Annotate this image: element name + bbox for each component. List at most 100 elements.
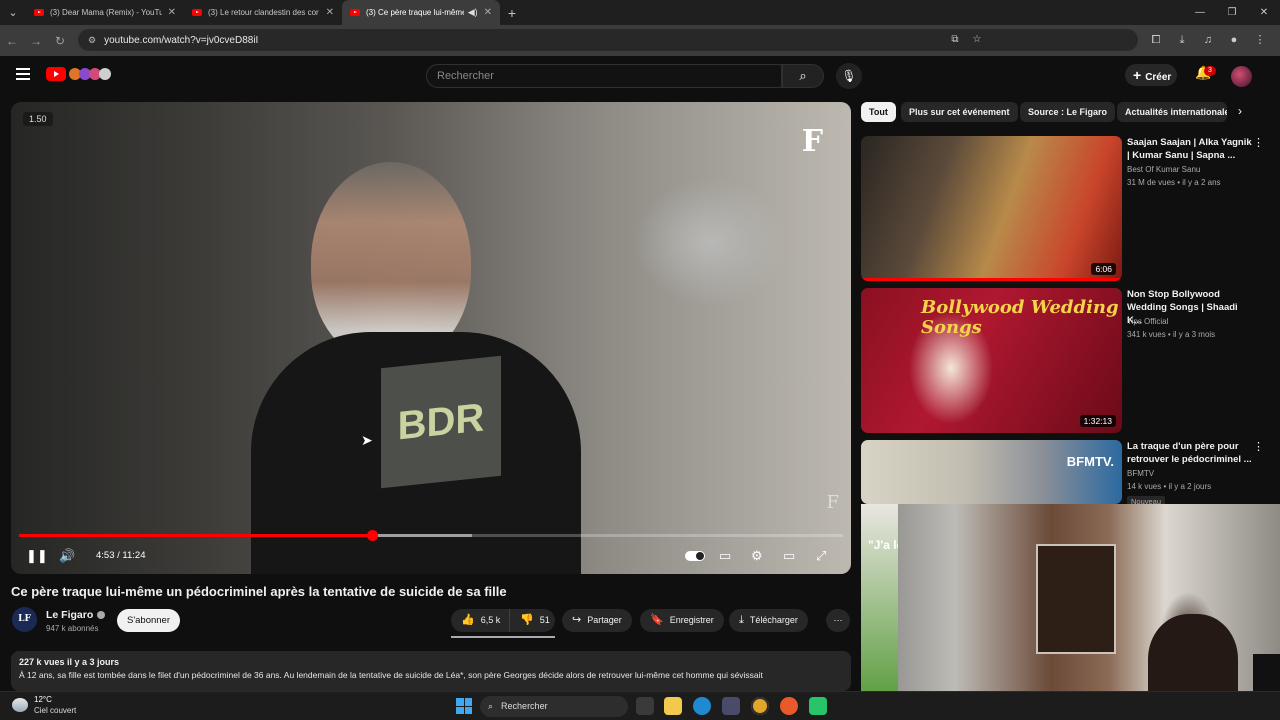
windows-start-icon[interactable]: [456, 698, 472, 714]
share-label: Partager: [587, 615, 622, 625]
tab-close-icon[interactable]: ✕: [484, 7, 492, 18]
video-player[interactable]: BDR 1.50 F F ➤ ❚❚ 🔊 4:53 / 11:24 ▭ ⚙ ▭ ⤢: [11, 102, 851, 574]
recommendation-thumbnail[interactable]: BFMTV.: [861, 440, 1122, 504]
more-actions-icon[interactable]: ⋯: [826, 609, 850, 632]
weather-cloud-icon[interactable]: [12, 698, 28, 712]
player-controls: ❚❚ 🔊 4:53 / 11:24 ▭ ⚙ ▭ ⤢: [11, 542, 851, 574]
tab-title: (3) Dear Mama (Remix) - YouTube: [50, 8, 162, 17]
voice-search-icon[interactable]: 🎙: [836, 63, 862, 89]
mouse-cursor-icon: ➤: [361, 432, 373, 448]
tab-close-icon[interactable]: ✕: [168, 7, 176, 18]
tab-close-icon[interactable]: ✕: [326, 7, 334, 18]
recommendation-channel[interactable]: Best Of Kumar Sanu: [1127, 165, 1200, 174]
audio-playing-icon[interactable]: ◀): [468, 7, 478, 18]
description-box[interactable]: 227 k vues il y a 3 jours À 12 ans, sa f…: [11, 651, 851, 691]
theater-mode-icon[interactable]: ▭: [783, 548, 795, 564]
create-label: Créer: [1145, 72, 1172, 83]
recommendation-item[interactable]: Bollywood Wedding Songs 1:32:13 Non Stop…: [861, 288, 1271, 433]
channel-name[interactable]: Le Figaro: [46, 609, 106, 621]
youtube-logo[interactable]: [46, 67, 111, 81]
more-options-icon[interactable]: ⋮: [1253, 440, 1264, 453]
fullscreen-icon[interactable]: ⤢: [816, 548, 826, 564]
new-tab-button[interactable]: +: [500, 5, 524, 21]
webcam-microphone: [1253, 654, 1280, 694]
save-button[interactable]: 🔖 Enregistrer: [640, 609, 724, 632]
tab-search-button[interactable]: ⌄: [0, 0, 26, 25]
recommendation-thumbnail[interactable]: Bollywood Wedding Songs 1:32:13: [861, 288, 1122, 433]
task-view-icon[interactable]: [636, 697, 654, 715]
file-explorer-icon[interactable]: [664, 697, 682, 715]
minimize-icon[interactable]: —: [1184, 0, 1216, 25]
recommendation-item[interactable]: 6:06 Saajan Saajan | Alka Yagnik | Kumar…: [861, 136, 1271, 281]
reload-icon[interactable]: ↻: [48, 34, 72, 48]
chip-all[interactable]: Tout: [861, 102, 896, 122]
recommendation-channel[interactable]: Tips Official: [1127, 317, 1168, 326]
recommendation-thumbnail[interactable]: 6:06: [861, 136, 1122, 281]
bookmark-star-icon[interactable]: ☆: [966, 29, 988, 51]
media-control-icon[interactable]: ♫: [1196, 30, 1220, 50]
extensions-icon[interactable]: ⧠: [1144, 30, 1168, 50]
recommendation-title[interactable]: Saajan Saajan | Alka Yagnik | Kumar Sanu…: [1127, 136, 1253, 162]
share-button[interactable]: ↪ Partager: [562, 609, 632, 632]
doodle-icon: [99, 68, 111, 80]
edge-icon[interactable]: [693, 697, 711, 715]
subscribe-button[interactable]: S'abonner: [117, 609, 180, 632]
search-input[interactable]: Rechercher: [426, 64, 782, 88]
browser-tab-strip: ⌄ (3) Dear Mama (Remix) - YouTube ✕ (3) …: [0, 0, 1280, 25]
duration-badge: 1:32:13: [1079, 415, 1116, 427]
chevron-right-icon[interactable]: ›: [1238, 104, 1242, 118]
address-bar[interactable]: ⚙ youtube.com/watch?v=jv0cveD88iI ⧉ ☆: [78, 29, 1138, 51]
chip-source[interactable]: Source : Le Figaro: [1020, 102, 1116, 122]
account-avatar[interactable]: [1231, 66, 1252, 87]
weather-description[interactable]: Ciel couvert: [34, 706, 76, 715]
autoplay-toggle[interactable]: [685, 551, 705, 561]
subtitles-icon[interactable]: ▭: [719, 548, 731, 564]
weather-temperature[interactable]: 12°C: [34, 695, 52, 704]
create-button[interactable]: + Créer: [1125, 64, 1177, 86]
downloads-icon[interactable]: ⤓: [1170, 30, 1194, 50]
download-button[interactable]: ⤓ Télécharger: [729, 609, 808, 632]
profile-icon[interactable]: ●: [1222, 30, 1246, 50]
browser-menu-icon[interactable]: ⋮: [1248, 30, 1272, 50]
youtube-favicon-icon: [350, 9, 360, 16]
site-info-icon[interactable]: ⚙: [88, 35, 96, 46]
save-label: Enregistrer: [669, 615, 714, 625]
browser-tab[interactable]: (3) Dear Mama (Remix) - YouTube ✕: [26, 0, 184, 25]
browser-toolbar: ← → ↻ ⚙ youtube.com/watch?v=jv0cveD88iI …: [0, 25, 1280, 56]
subscriber-count: 947 k abonnés: [46, 624, 99, 633]
dislike-button[interactable]: 👎 51: [509, 609, 555, 632]
pause-icon[interactable]: ❚❚: [26, 548, 48, 564]
window-controls: — ❐ ✕: [1184, 0, 1280, 25]
channel-watermark-icon[interactable]: F: [827, 492, 840, 513]
chip-event[interactable]: Plus sur cet événement: [901, 102, 1018, 122]
more-options-icon[interactable]: ⋮: [1253, 136, 1264, 149]
thumbnail-title-text: Bollywood Wedding Songs: [921, 297, 1119, 338]
app-icon[interactable]: [809, 697, 827, 715]
menu-hamburger-icon[interactable]: [16, 68, 30, 83]
webcam-person: [1148, 614, 1238, 694]
install-app-icon[interactable]: ⧉: [944, 29, 966, 51]
store-icon[interactable]: [722, 697, 740, 715]
chrome-icon[interactable]: [751, 697, 769, 715]
download-icon: ⤓: [739, 614, 744, 626]
recommendation-title[interactable]: La traque d'un père pour retrouver le pé…: [1127, 440, 1253, 466]
back-icon[interactable]: ←: [0, 34, 24, 48]
firefox-icon[interactable]: [780, 697, 798, 715]
like-count: 6,5 k: [480, 615, 501, 625]
volume-icon[interactable]: 🔊: [59, 548, 75, 564]
taskbar-search[interactable]: ⌕ Rechercher: [480, 696, 628, 717]
search-button[interactable]: ⌕: [782, 64, 824, 88]
covered-thumbnail[interactable]: [861, 504, 898, 694]
settings-gear-icon[interactable]: ⚙: [751, 548, 763, 564]
like-button[interactable]: 👍 6,5 k: [451, 609, 509, 632]
close-window-icon[interactable]: ✕: [1248, 0, 1280, 25]
browser-tab[interactable]: (3) Le retour clandestin des cor ✕: [184, 0, 342, 25]
forward-icon[interactable]: →: [24, 34, 48, 48]
progress-scrubber-handle[interactable]: [366, 530, 378, 541]
browser-tab-active[interactable]: (3) Ce père traque lui-même ◀) ✕: [342, 0, 500, 25]
channel-avatar[interactable]: LF: [12, 607, 37, 632]
duration-badge: 6:06: [1091, 263, 1116, 275]
maximize-icon[interactable]: ❐: [1216, 0, 1248, 25]
chip-international[interactable]: Actualités internationales: [1117, 102, 1227, 122]
recommendation-channel[interactable]: BFMTV: [1127, 469, 1154, 478]
